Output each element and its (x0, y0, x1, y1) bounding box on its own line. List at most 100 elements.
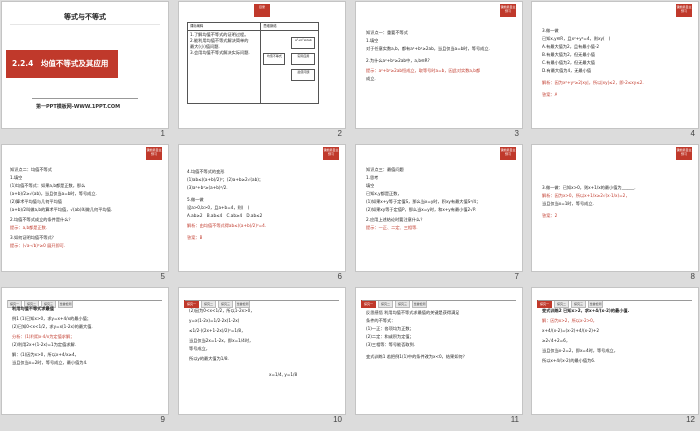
slide-text-line: ≥2√4+2=6， (542, 338, 571, 343)
slide-text-line: 知识点一：重要不等式 (366, 30, 408, 35)
diagram-box: 实际应用 (291, 52, 316, 65)
tab-check: 当堂检测 (58, 300, 73, 308)
slide-canvas: 等式与不等式 2.2.4 均值不等式及其应用 第一PPT模板网-WWW.1PPT… (2, 2, 168, 128)
slide-text-line: 5.做一做 (187, 197, 204, 202)
slide-number: 3 (514, 129, 519, 138)
slide-canvas: 探究一 探究二 探究三 当堂检测 (2)因为0<x<1/2，所以1-2x>0， y=x… (179, 288, 345, 414)
slide-thumbnail-11[interactable]: 探究一 探究二 探究三 当堂检测 反思感悟 利用均值不等式求最值的关键是获得满足 条件… (356, 288, 522, 424)
slide-thumbnail-7[interactable]: 课前篇自主预习 知识点三：最值问题 1.思考 填空 已知x,y都是正数， (1)… (356, 145, 522, 281)
slide-thumbnail-4[interactable]: 课前篇自主预习 3.做一做 已知x,y∈R，且x²+y²=4，则xy( ) A.… (532, 2, 698, 138)
slide-text-line: 知识点三：最值问题 (366, 167, 404, 172)
slide-thumbnail-1[interactable]: 等式与不等式 2.2.4 均值不等式及其应用 第一PPT模板网-WWW.1PPT… (2, 2, 168, 138)
slide-text-line: 1.填空 (10, 175, 23, 180)
slide-canvas: 探究一 探究二 探究三 当堂检测 反思感悟 利用均值不等式求最值的关键是获得满足 条件… (356, 288, 522, 414)
slide-text-line: 当且仅当x-2=2，即x=4时，等号成立， (542, 348, 618, 353)
slide-text-line: 所以y的最大值为1/8. (189, 356, 229, 361)
slide-text-line: 成立. (366, 76, 376, 81)
slide-text-line: 反思感悟 利用均值不等式求最值的关键是获得满足 (366, 310, 460, 315)
slide-number: 6 (337, 272, 342, 281)
slide-text-line: (a+b)/2叫做a,b的算术平均值，√(ab)叫做几何平均值. (10, 207, 113, 212)
slide-text-line: 解析：因为x>0，所以x+1/x≥2√(x·1/x)=2， (542, 193, 630, 198)
slide-text-line: 分析：(1)利用x·4/x为定值求解； (12, 334, 75, 339)
slide-number: 10 (333, 415, 342, 424)
slide-text-line: 解：(1)因为x>0，所以x+4/x≥4， (12, 352, 79, 357)
slide-text-line: D.有最大值为4，无最小值 (542, 68, 592, 73)
map-head-right: 思维脉络 (260, 22, 319, 31)
slide-text-line: (2)已知0<x<1/2，求y=x(1-2x)的最大值. (12, 324, 93, 329)
lesson-title-banner: 2.2.4 均值不等式及其应用 (6, 50, 118, 78)
slide-text-line: 填空 (366, 183, 375, 188)
slide-number: 12 (686, 415, 695, 424)
section-badge: 课前篇自主预习 (146, 147, 162, 160)
slide-canvas: 课前篇自主预习 知识点一：重要不等式 1.填空 对于任意实数a,b，都有a²+b… (356, 2, 522, 128)
slide-text-line: (2)利用2x+(1-2x)=1为定值求解. (12, 342, 76, 347)
tab-explore-1: 探究一 (361, 300, 376, 308)
slide-text-line: 当且仅当2x=1-2x，即x=1/4时， (189, 338, 254, 343)
slide-text-line: 知识点二：均值不等式 (10, 167, 52, 172)
slide-text-line: 提示：一正、二定、三相等. (366, 225, 418, 230)
slide-text-line: 条件的不等式： (366, 318, 396, 323)
slide-text-line: 2.均值不等式成立的条件是什么？ (10, 217, 73, 222)
concept-map-table: 课标阐释 思维脉络 1.了解均值不等式的证明过程。 2.能利用均值不等式解决简单… (186, 22, 319, 104)
slide-thumbnail-3[interactable]: 课前篇自主预习 知识点一：重要不等式 1.填空 对于任意实数a,b，都有a²+b… (356, 2, 522, 138)
chapter-title: 等式与不等式 (64, 13, 106, 21)
slide-text-line: 当且仅当x=1时，等号成立. (542, 201, 594, 206)
tab-explore-2: 探究二 (201, 300, 216, 308)
slide-text-line: 答案：B (187, 235, 203, 240)
slide-text-line: 提示：(√a-√b)²≥0 展开即可. (10, 243, 66, 248)
slide-text-line: 利用均值不等式求最值 (12, 306, 54, 311)
diagram-box: a²+b²≥2ab (291, 36, 316, 49)
slide-thumbnail-6[interactable]: 课前篇自主预习 4.均值不等式的变形 (1)ab≤((a+b)/2)²；(2)a… (179, 145, 345, 281)
slide-text-line: 1.思考 (366, 175, 379, 180)
slide-number: 1 (160, 129, 165, 138)
slide-text-line: 例1 (1)已知x>0，求y=x+4/x的最小值； (12, 316, 91, 321)
tab-check: 当堂检测 (588, 300, 603, 308)
tab-explore-3: 探究三 (218, 300, 233, 308)
slide-text-line: 等号成立， (189, 346, 210, 351)
diagram-box: 均值不等式 (263, 52, 286, 65)
slide-text-line: 3.做一做 (542, 28, 559, 33)
slide-thumbnail-9[interactable]: 探究一 探究二 探究三 当堂检测 利用均值不等式求最值 例1 (1)已知x>0，求y=… (2, 288, 168, 424)
slide-text-line: 变式训练1 若把例1(1)中的条件改为x<0，结果如何？ (366, 354, 467, 359)
slide-text-line: 所以x+4/(x-2)的最小值为6. (542, 358, 596, 363)
section-badge: 课前篇自主预习 (500, 147, 516, 160)
section-badge: 课前篇自主预习 (676, 4, 692, 17)
slide-text-line: (3)a²+b²≥(a+b)²/2. (187, 185, 228, 190)
tab-explore-1: 探究一 (537, 300, 552, 308)
slide-canvas: 目录 课标阐释 思维脉络 1.了解均值不等式的证明过程。 2.能利用均值不等式解… (179, 2, 345, 128)
slide-text-line: (1)如果x+y等于定值S，那么当x=y时，积xy有最大值S²/4； (366, 199, 481, 204)
slide-number: 5 (160, 272, 165, 281)
slide-number: 9 (160, 415, 165, 424)
slide-canvas: 课前篇自主预习 3.做一做：已知x>0，则x+1/x的最小值为______. 解… (532, 145, 698, 271)
slide-text-line: 提示：a,b都是正数. (10, 225, 48, 230)
section-badge: 目录 (254, 4, 270, 17)
divider (185, 300, 339, 301)
slide-text-line: (2)如果xy等于定值P，那么当x=y时，和x+y有最小值2√P. (366, 207, 477, 212)
slide-thumbnail-10[interactable]: 探究一 探究二 探究三 当堂检测 (2)因为0<x<1/2，所以1-2x>0， y=x… (179, 288, 345, 424)
slide-text-line: 4.均值不等式的变形 (187, 169, 225, 174)
footer-text: 第一PPT模板网-WWW.1PPT.COM (36, 104, 121, 110)
tab-explore-2: 探究二 (378, 300, 393, 308)
slide-text-line: x+4/(x-2)=(x-2)+4/(x-2)+2 (542, 328, 600, 333)
slide-thumbnail-5[interactable]: 课前篇自主预习 知识点二：均值不等式 1.填空 (1)均值不等式：如果a,b都是… (2, 145, 168, 281)
tab-explore-2: 探究二 (554, 300, 569, 308)
slide-text-line: A.有最大值为2，且有最小值-2 (542, 44, 600, 49)
slide-text-line: 3.做一做：已知x>0，则x+1/x的最小值为______. (542, 185, 636, 190)
divider (362, 300, 516, 301)
slide-text-line: 设a>0,b>0，且a+b=4，则( ) (187, 205, 250, 210)
slide-text-line: (2)因为0<x<1/2，所以1-2x>0， (189, 308, 255, 313)
slide-thumbnail-8[interactable]: 课前篇自主预习 3.做一做：已知x>0，则x+1/x的最小值为______. 解… (532, 145, 698, 281)
divider (8, 300, 162, 301)
slide-text-line: (3)三相等：等号能否取到. (366, 342, 416, 347)
slide-number: 4 (690, 129, 695, 138)
slide-text-line: 2.为什么a²+b²≥2ab中，a,b∈R? (366, 58, 430, 63)
slide-text-line: C.有最小值为2，但无最大值 (542, 60, 595, 65)
slide-text-line: 答案：2 (542, 213, 558, 218)
diagram-box: 最值问题 (291, 68, 316, 81)
slide-canvas: 探究一 探究二 探究三 当堂检测 利用均值不等式求最值 例1 (1)已知x>0，求y=… (2, 288, 168, 414)
slide-thumbnail-12[interactable]: 探究一 探究二 探究三 当堂检测 变式训练2 已知x>2，求x+4/(x-2)的最小值… (532, 288, 698, 424)
slide-text-line: 已知x,y都是正数， (366, 191, 402, 196)
slide-number: 2 (337, 129, 342, 138)
slide-thumbnail-2[interactable]: 目录 课标阐释 思维脉络 1.了解均值不等式的证明过程。 2.能利用均值不等式解… (179, 2, 345, 138)
tab-check: 当堂检测 (235, 300, 250, 308)
